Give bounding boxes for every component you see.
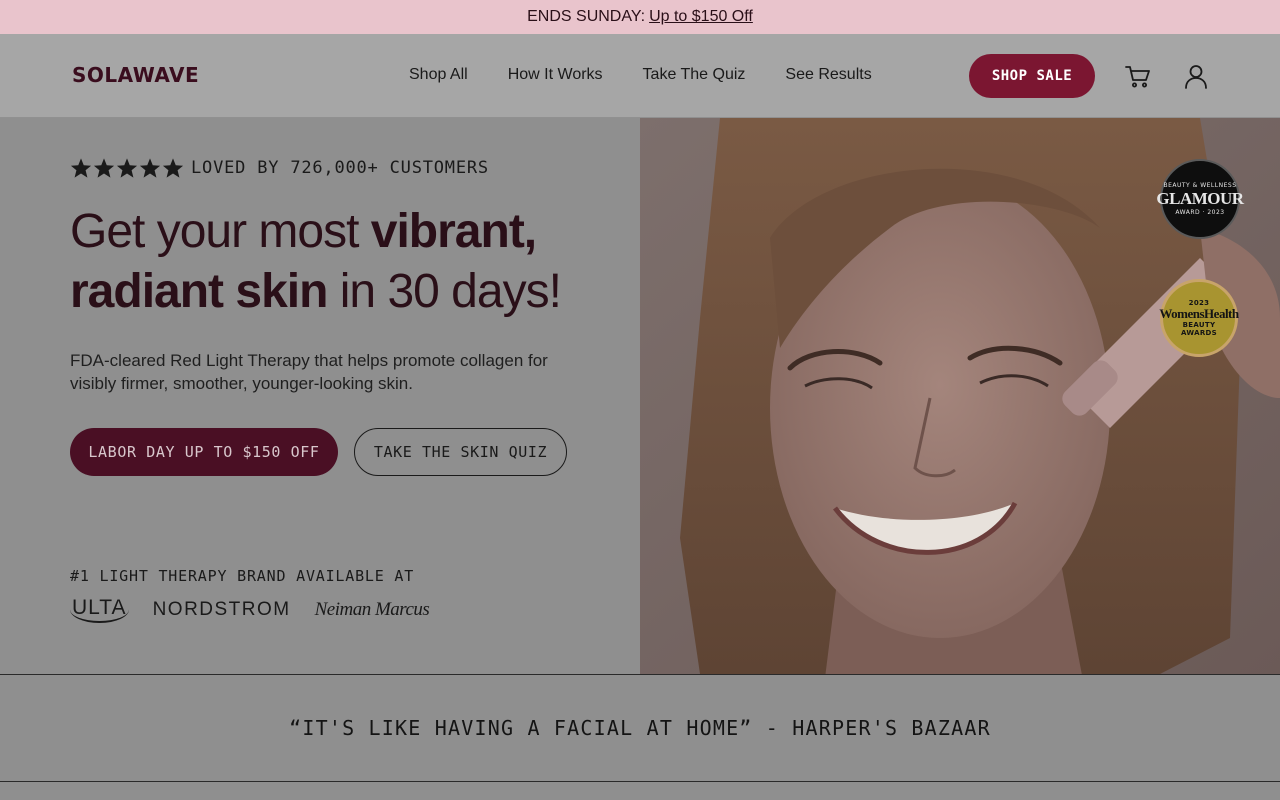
nav-take-the-quiz[interactable]: Take The Quiz bbox=[643, 66, 746, 84]
press-quote: “IT'S LIKE HAVING A FACIAL AT HOME” - HA… bbox=[289, 716, 991, 740]
star-icon bbox=[93, 158, 115, 178]
ulta-logo: ULTA bbox=[70, 596, 129, 623]
nordstrom-logo: NORDSTROM bbox=[152, 598, 291, 620]
press-quote-band: “IT'S LIKE HAVING A FACIAL AT HOME” - HA… bbox=[0, 674, 1280, 782]
customer-rating: LOVED BY 726,000+ CUSTOMERS bbox=[70, 157, 489, 179]
star-icon bbox=[139, 158, 161, 178]
headline-part: vibrant, bbox=[370, 205, 537, 258]
headline-part: in 30 days! bbox=[327, 265, 562, 318]
badge-text: WomensHealth bbox=[1159, 306, 1239, 321]
site-header: SOLAWAVE Shop All How It Works Take The … bbox=[0, 34, 1280, 118]
headline-part: Get your most bbox=[70, 205, 371, 258]
promo-link[interactable]: Up to $150 Off bbox=[649, 8, 753, 26]
hero-subtext: FDA-cleared Red Light Therapy that helps… bbox=[70, 351, 548, 393]
promo-prefix: ENDS SUNDAY: bbox=[527, 8, 646, 25]
hero-image: BEAUTY & WELLNESS GLAMOUR AWARD · 2023 2… bbox=[640, 118, 1280, 674]
skin-quiz-button[interactable]: TAKE THE SKIN QUIZ bbox=[354, 428, 567, 476]
main-nav: Shop All How It Works Take The Quiz See … bbox=[409, 66, 872, 84]
rating-text: LOVED BY 726,000+ CUSTOMERS bbox=[191, 158, 489, 178]
brand-logo[interactable]: SOLAWAVE bbox=[72, 63, 199, 87]
headline-part: radiant skin bbox=[70, 265, 328, 318]
hero-content: LOVED BY 726,000+ CUSTOMERS Get your mos… bbox=[0, 118, 640, 674]
shop-sale-button[interactable]: SHOP SALE bbox=[969, 54, 1095, 98]
rating-stars bbox=[70, 157, 184, 179]
badge-text: GLAMOUR bbox=[1156, 189, 1244, 208]
neiman-marcus-logo: Neiman Marcus bbox=[314, 598, 430, 620]
badge-text: AWARDS bbox=[1181, 329, 1217, 337]
badge-text: BEAUTY & WELLNESS bbox=[1163, 182, 1237, 189]
retail-heading: #1 LIGHT THERAPY BRAND AVAILABLE AT bbox=[70, 567, 415, 585]
badge-text: BEAUTY bbox=[1182, 321, 1216, 329]
star-icon bbox=[116, 158, 138, 178]
hero-headline: Get your most vibrant, radiant skin in 30… bbox=[70, 202, 610, 322]
retailer-logos: ULTA NORDSTROM Neiman Marcus bbox=[70, 596, 430, 623]
star-icon bbox=[70, 158, 92, 178]
cart-icon[interactable] bbox=[1125, 63, 1151, 89]
star-icon bbox=[162, 158, 184, 178]
nav-how-it-works[interactable]: How It Works bbox=[508, 66, 603, 84]
labor-day-sale-button[interactable]: LABOR DAY UP TO $150 OFF bbox=[70, 428, 338, 476]
nav-shop-all[interactable]: Shop All bbox=[409, 66, 468, 84]
hero-section: LOVED BY 726,000+ CUSTOMERS Get your mos… bbox=[0, 118, 1280, 674]
nav-see-results[interactable]: See Results bbox=[785, 66, 871, 84]
womens-health-award-badge: 2023 WomensHealth BEAUTY AWARDS bbox=[1159, 279, 1239, 357]
badge-text: AWARD · 2023 bbox=[1175, 209, 1225, 216]
glamour-award-badge: BEAUTY & WELLNESS GLAMOUR AWARD · 2023 bbox=[1156, 159, 1244, 239]
promo-bar: ENDS SUNDAY: Up to $150 Off bbox=[0, 0, 1280, 34]
account-icon[interactable] bbox=[1183, 63, 1209, 89]
